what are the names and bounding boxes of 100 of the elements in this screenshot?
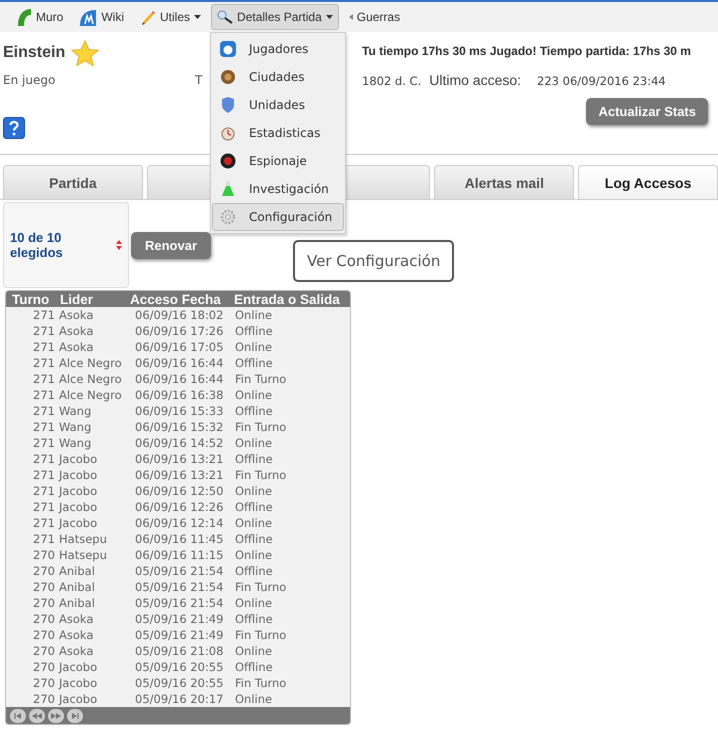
table-cell: Offline: [235, 500, 273, 514]
table-cell-text: Anibal: [59, 596, 96, 610]
table-cell-text: 271: [32, 340, 56, 354]
nav-menu-item[interactable]: Wiki: [73, 4, 130, 30]
table-cell-text: Hatsepu: [59, 548, 108, 562]
table-cell: Online: [235, 596, 272, 610]
table-cell: Online: [235, 340, 272, 354]
table-cell-text: 06/09/16 13:21: [135, 452, 224, 466]
column-header: Acceso Fecha: [130, 292, 222, 306]
menu-item[interactable]: Espionaje: [212, 147, 344, 175]
table-cell: Offline: [235, 612, 273, 626]
table-cell-text: 06/09/16 16:44: [135, 356, 224, 370]
game-status: En juego: [3, 73, 56, 87]
last-page-icon[interactable]: [67, 708, 83, 722]
table-cell-text: 05/09/16 21:54: [135, 580, 224, 594]
menu-item[interactable]: Investigación: [212, 175, 344, 203]
column-header: Entrada o Salida: [234, 292, 340, 306]
table-cell-text: 270: [32, 660, 56, 674]
table-cell-text: 06/09/16 12:26: [135, 500, 224, 514]
table-cell-text: 270: [32, 676, 56, 690]
table-cell: Online: [235, 692, 272, 706]
search-icon: [217, 10, 234, 24]
table-cell: Fin Turno: [235, 468, 286, 482]
table-cell-text: Hatsepu: [59, 532, 108, 546]
column-header: Turno: [11, 292, 50, 306]
table-cell-text: Jacobo: [59, 676, 98, 690]
table-cell-text: 06/09/16 11:45: [135, 532, 224, 546]
first-page-icon[interactable]: [10, 708, 26, 722]
table-cell-text: 271: [32, 420, 56, 434]
table-cell-text: Asoka: [59, 340, 94, 354]
menu-item[interactable]: Jugadores: [212, 35, 344, 63]
table-cell: Online: [235, 308, 272, 322]
next-page-icon[interactable]: [48, 708, 64, 722]
menu-item[interactable]: Configuración: [212, 203, 344, 231]
table-cell: Offline: [235, 356, 273, 370]
last-access-label: Ultimo acceso:: [429, 72, 522, 88]
nav-menu-item[interactable]: Guerras: [342, 4, 406, 30]
table-cell-text: Asoka: [59, 612, 94, 626]
wiki-icon: [79, 8, 98, 26]
table-cell-text: Alce Negro: [59, 372, 123, 386]
update-stats-button[interactable]: Actualizar Stats: [586, 98, 708, 125]
table-cell-text: 06/09/16 18:02: [135, 308, 224, 322]
table-cell: Offline: [235, 324, 273, 338]
nav-menu-item[interactable]: Utiles: [134, 4, 208, 30]
tooltip: Ver Configuración: [293, 240, 454, 282]
table-cell-text: Alce Negro: [59, 388, 123, 402]
last-access-value: 223 06/09/2016 23:44: [537, 74, 666, 88]
table-cell: Online: [235, 436, 272, 450]
help-icon[interactable]: [3, 117, 25, 139]
table-cell-text: Wang: [59, 436, 92, 450]
table-cell-text: 06/09/16 17:26: [135, 324, 224, 338]
table-cell-text: Asoka: [59, 628, 94, 642]
table-cell-text: 271: [32, 404, 56, 418]
table-cell-text: 270: [32, 564, 56, 578]
menu-item[interactable]: Estadisticas: [212, 119, 344, 147]
table-cell-text: 05/09/16 20:17: [135, 692, 224, 706]
table-cell: Offline: [235, 452, 273, 466]
table-cell-text: Jacobo: [59, 516, 98, 530]
table-cell-text: 05/09/16 20:55: [135, 660, 224, 674]
table-cell-text: 06/09/16 16:38: [135, 388, 224, 402]
table-cell-text: Wang: [59, 420, 92, 434]
table-cell-text: 270: [32, 548, 56, 562]
table-cell: Online: [235, 644, 272, 658]
table-cell-text: 05/09/16 20:55: [135, 676, 224, 690]
table-cell-text: 271: [32, 500, 56, 514]
table-cell: Offline: [235, 660, 273, 674]
table-cell-text: Anibal: [59, 580, 96, 594]
table-cell: Online: [235, 388, 272, 402]
nav-menu-item[interactable]: Detalles Partida: [211, 4, 339, 30]
table-cell-text: Asoka: [59, 308, 94, 322]
renew-button[interactable]: Renovar: [131, 232, 212, 259]
table-cell-text: Wang: [59, 404, 92, 418]
menu-item[interactable]: Unidades: [212, 91, 344, 119]
table-cell: Online: [235, 548, 272, 562]
table-cell-text: 271: [32, 436, 56, 450]
table-cell-text: 06/09/16 15:32: [135, 420, 224, 434]
table-cell-text: 06/09/16 16:44: [135, 372, 224, 386]
table-cell-text: 271: [32, 484, 56, 498]
tab[interactable]: Log Accesos: [578, 165, 718, 199]
bullet-icon: [348, 14, 353, 20]
table-cell-text: Jacobo: [59, 660, 98, 674]
table-cell: Fin Turno: [235, 676, 286, 690]
player-name: Einstein: [3, 44, 66, 62]
player-select[interactable]: 10 de 10 elegidos: [3, 202, 129, 288]
table-cell-text: Jacobo: [59, 484, 98, 498]
nav-menu-item[interactable]: Muro: [10, 4, 70, 30]
game-year: 1802 d. C.: [362, 74, 422, 88]
table-cell-text: 271: [32, 308, 56, 322]
shield-icon: [221, 97, 235, 113]
previous-page-icon[interactable]: [29, 708, 45, 722]
coin-icon: [220, 69, 236, 85]
tab[interactable]: Partida: [3, 165, 143, 199]
table-cell: Fin Turno: [235, 372, 286, 386]
menu-item[interactable]: Ciudades: [212, 63, 344, 91]
table-cell-text: 06/09/16 17:05: [135, 340, 224, 354]
table-cell: Fin Turno: [235, 420, 286, 434]
tab[interactable]: Alertas mail: [434, 165, 574, 199]
table-cell-text: Jacobo: [59, 468, 98, 482]
gear-icon: [220, 209, 236, 225]
table-cell-text: 270: [32, 580, 56, 594]
